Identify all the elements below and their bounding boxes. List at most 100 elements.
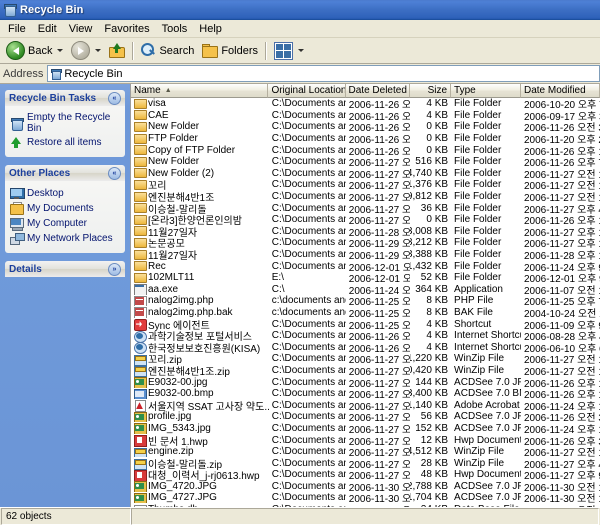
cell-location: C:\Documents and Settings\R... bbox=[271, 109, 346, 121]
chevron-down-icon[interactable] bbox=[95, 49, 102, 52]
bmp-icon bbox=[134, 388, 147, 400]
cell-type: File Folder bbox=[454, 237, 502, 249]
menu-file[interactable]: File bbox=[2, 21, 32, 37]
winzip-icon bbox=[134, 354, 147, 366]
cell-size: 8 KB bbox=[426, 295, 449, 307]
cell-size: 2,788 KB bbox=[409, 480, 449, 492]
application-icon bbox=[134, 284, 147, 295]
up-button[interactable] bbox=[105, 40, 129, 62]
status-bar: 62 objects bbox=[0, 507, 600, 525]
menu-view[interactable]: View bbox=[63, 21, 99, 37]
cell-type: ACDSee 7.0 BMP Im... bbox=[454, 388, 521, 400]
folder-icon bbox=[134, 272, 147, 283]
menu-tools[interactable]: Tools bbox=[156, 21, 194, 37]
chevron-down-icon[interactable] bbox=[57, 49, 64, 52]
column-header-label: Name bbox=[134, 85, 161, 96]
column-header-name[interactable]: Name ▲ bbox=[131, 84, 269, 98]
cell-size: 4 KB bbox=[426, 109, 449, 121]
recycle-bin-icon bbox=[50, 68, 63, 80]
folder-icon bbox=[134, 133, 147, 144]
cell-type: File Folder bbox=[454, 98, 502, 110]
file-list[interactable]: visaC:\Documents and Settings\R...2006-1… bbox=[131, 98, 600, 507]
cell-location: C:\Documents and Settings\R... bbox=[271, 457, 346, 469]
panel-header[interactable]: Recycle Bin Tasks « bbox=[5, 90, 125, 106]
chevron-up-icon[interactable]: « bbox=[108, 91, 121, 105]
file-name: 102MLT11 bbox=[148, 272, 195, 284]
cell-size: 1,432 KB bbox=[409, 260, 449, 272]
cell-size: 1,704 KB bbox=[409, 492, 449, 504]
address-bar: Address Recycle Bin bbox=[0, 64, 600, 84]
cell-type: File Folder bbox=[454, 121, 502, 133]
forward-button[interactable] bbox=[67, 40, 105, 62]
cell-size: 11,220 KB bbox=[410, 353, 449, 365]
cell-location: c:\documents and settings\ry... bbox=[271, 306, 346, 318]
cell-location: C:\Documents and Settings\R... bbox=[271, 399, 346, 411]
place-my-computer[interactable]: My Computer bbox=[10, 217, 120, 231]
window-title: Recycle Bin bbox=[20, 3, 84, 16]
file-list-pane: Name ▲ Original Location Date Deleted Size Ty… bbox=[130, 84, 600, 507]
cell-location: C:\Documents and Settings\R... bbox=[271, 469, 346, 481]
cell-type: File Folder bbox=[454, 144, 502, 156]
cell-type: WinZip File bbox=[454, 457, 505, 469]
views-button[interactable] bbox=[270, 40, 308, 62]
recycle-bin-window: Recycle Bin File Edit View Favorites Too… bbox=[0, 0, 600, 525]
jpeg-icon bbox=[134, 377, 147, 388]
cell-location: C:\Documents and Settings\R... bbox=[271, 144, 346, 156]
jpeg-icon bbox=[134, 411, 147, 423]
cell-size: 52 KB bbox=[420, 272, 449, 284]
search-button[interactable]: Search bbox=[137, 40, 198, 62]
column-header-size[interactable]: Size bbox=[409, 84, 452, 98]
hwp-icon bbox=[134, 469, 147, 482]
cell-location: C:\Documents and Settings\R... bbox=[271, 330, 346, 342]
cell-name: New Folder bbox=[131, 156, 269, 167]
column-header-deleted[interactable]: Date Deleted bbox=[345, 84, 410, 98]
cell-size: 4,740 KB bbox=[409, 167, 449, 179]
file-name: CAE bbox=[148, 109, 169, 121]
chevron-up-icon[interactable]: « bbox=[108, 166, 121, 180]
column-header-location[interactable]: Original Location bbox=[268, 84, 346, 98]
column-header-label: Date Deleted bbox=[348, 85, 407, 96]
panel-header[interactable]: Other Places « bbox=[5, 165, 125, 181]
chevron-down-icon[interactable]: » bbox=[108, 262, 121, 276]
column-header-modified[interactable]: Date Modified bbox=[520, 84, 600, 98]
folders-button[interactable]: Folders bbox=[198, 40, 262, 62]
place-label: My Documents bbox=[27, 203, 94, 214]
folders-label: Folders bbox=[221, 44, 259, 57]
cell-location: E:\ bbox=[271, 272, 284, 284]
folder-icon bbox=[134, 145, 147, 156]
cell-location: C:\Documents and Settings\R... bbox=[271, 98, 346, 110]
place-my-network-places[interactable]: My Network Places bbox=[10, 232, 120, 245]
column-header-type[interactable]: Type bbox=[451, 84, 521, 98]
cell-type: File Folder bbox=[454, 202, 502, 214]
place-desktop[interactable]: Desktop bbox=[10, 187, 120, 200]
cell-type: File Folder bbox=[454, 225, 502, 237]
cell-size: 4 KB bbox=[426, 318, 449, 330]
menu-edit[interactable]: Edit bbox=[32, 21, 63, 37]
cell-size: 9,812 KB bbox=[409, 191, 449, 203]
place-my-documents[interactable]: My Documents bbox=[10, 202, 120, 215]
cell-location: C:\Documents and Settings\R... bbox=[271, 249, 346, 261]
cell-type: File Folder bbox=[454, 133, 502, 145]
menu-help[interactable]: Help bbox=[193, 21, 228, 37]
pdf-icon bbox=[134, 400, 146, 413]
status-object-count: 62 objects bbox=[1, 508, 131, 525]
task-restore-all-items[interactable]: Restore all items bbox=[10, 136, 120, 149]
folder-icon bbox=[134, 168, 147, 179]
chevron-down-icon[interactable] bbox=[298, 49, 305, 52]
views-icon bbox=[274, 41, 294, 60]
file-name: Copy of FTP Folder bbox=[148, 144, 236, 156]
cell-size: 11,376 KB bbox=[410, 179, 449, 191]
cell-size: 0 KB bbox=[426, 121, 449, 133]
cell-name: E9032-00.jpg bbox=[131, 377, 269, 388]
file-name: New Folder bbox=[148, 156, 200, 168]
back-button[interactable]: Back bbox=[2, 40, 67, 62]
panel-header[interactable]: Details » bbox=[5, 261, 125, 277]
task-empty-recycle-bin[interactable]: Empty the Recycle Bin bbox=[10, 112, 120, 134]
address-input[interactable]: Recycle Bin bbox=[47, 65, 600, 82]
panel-body: Empty the Recycle Bin Restore all items bbox=[5, 106, 125, 157]
cell-type: Hwp Document bbox=[454, 434, 521, 446]
folder-icon bbox=[134, 203, 147, 214]
cell-type: WinZip File bbox=[454, 364, 505, 376]
menu-favorites[interactable]: Favorites bbox=[98, 21, 155, 37]
php-file-icon bbox=[134, 295, 147, 307]
